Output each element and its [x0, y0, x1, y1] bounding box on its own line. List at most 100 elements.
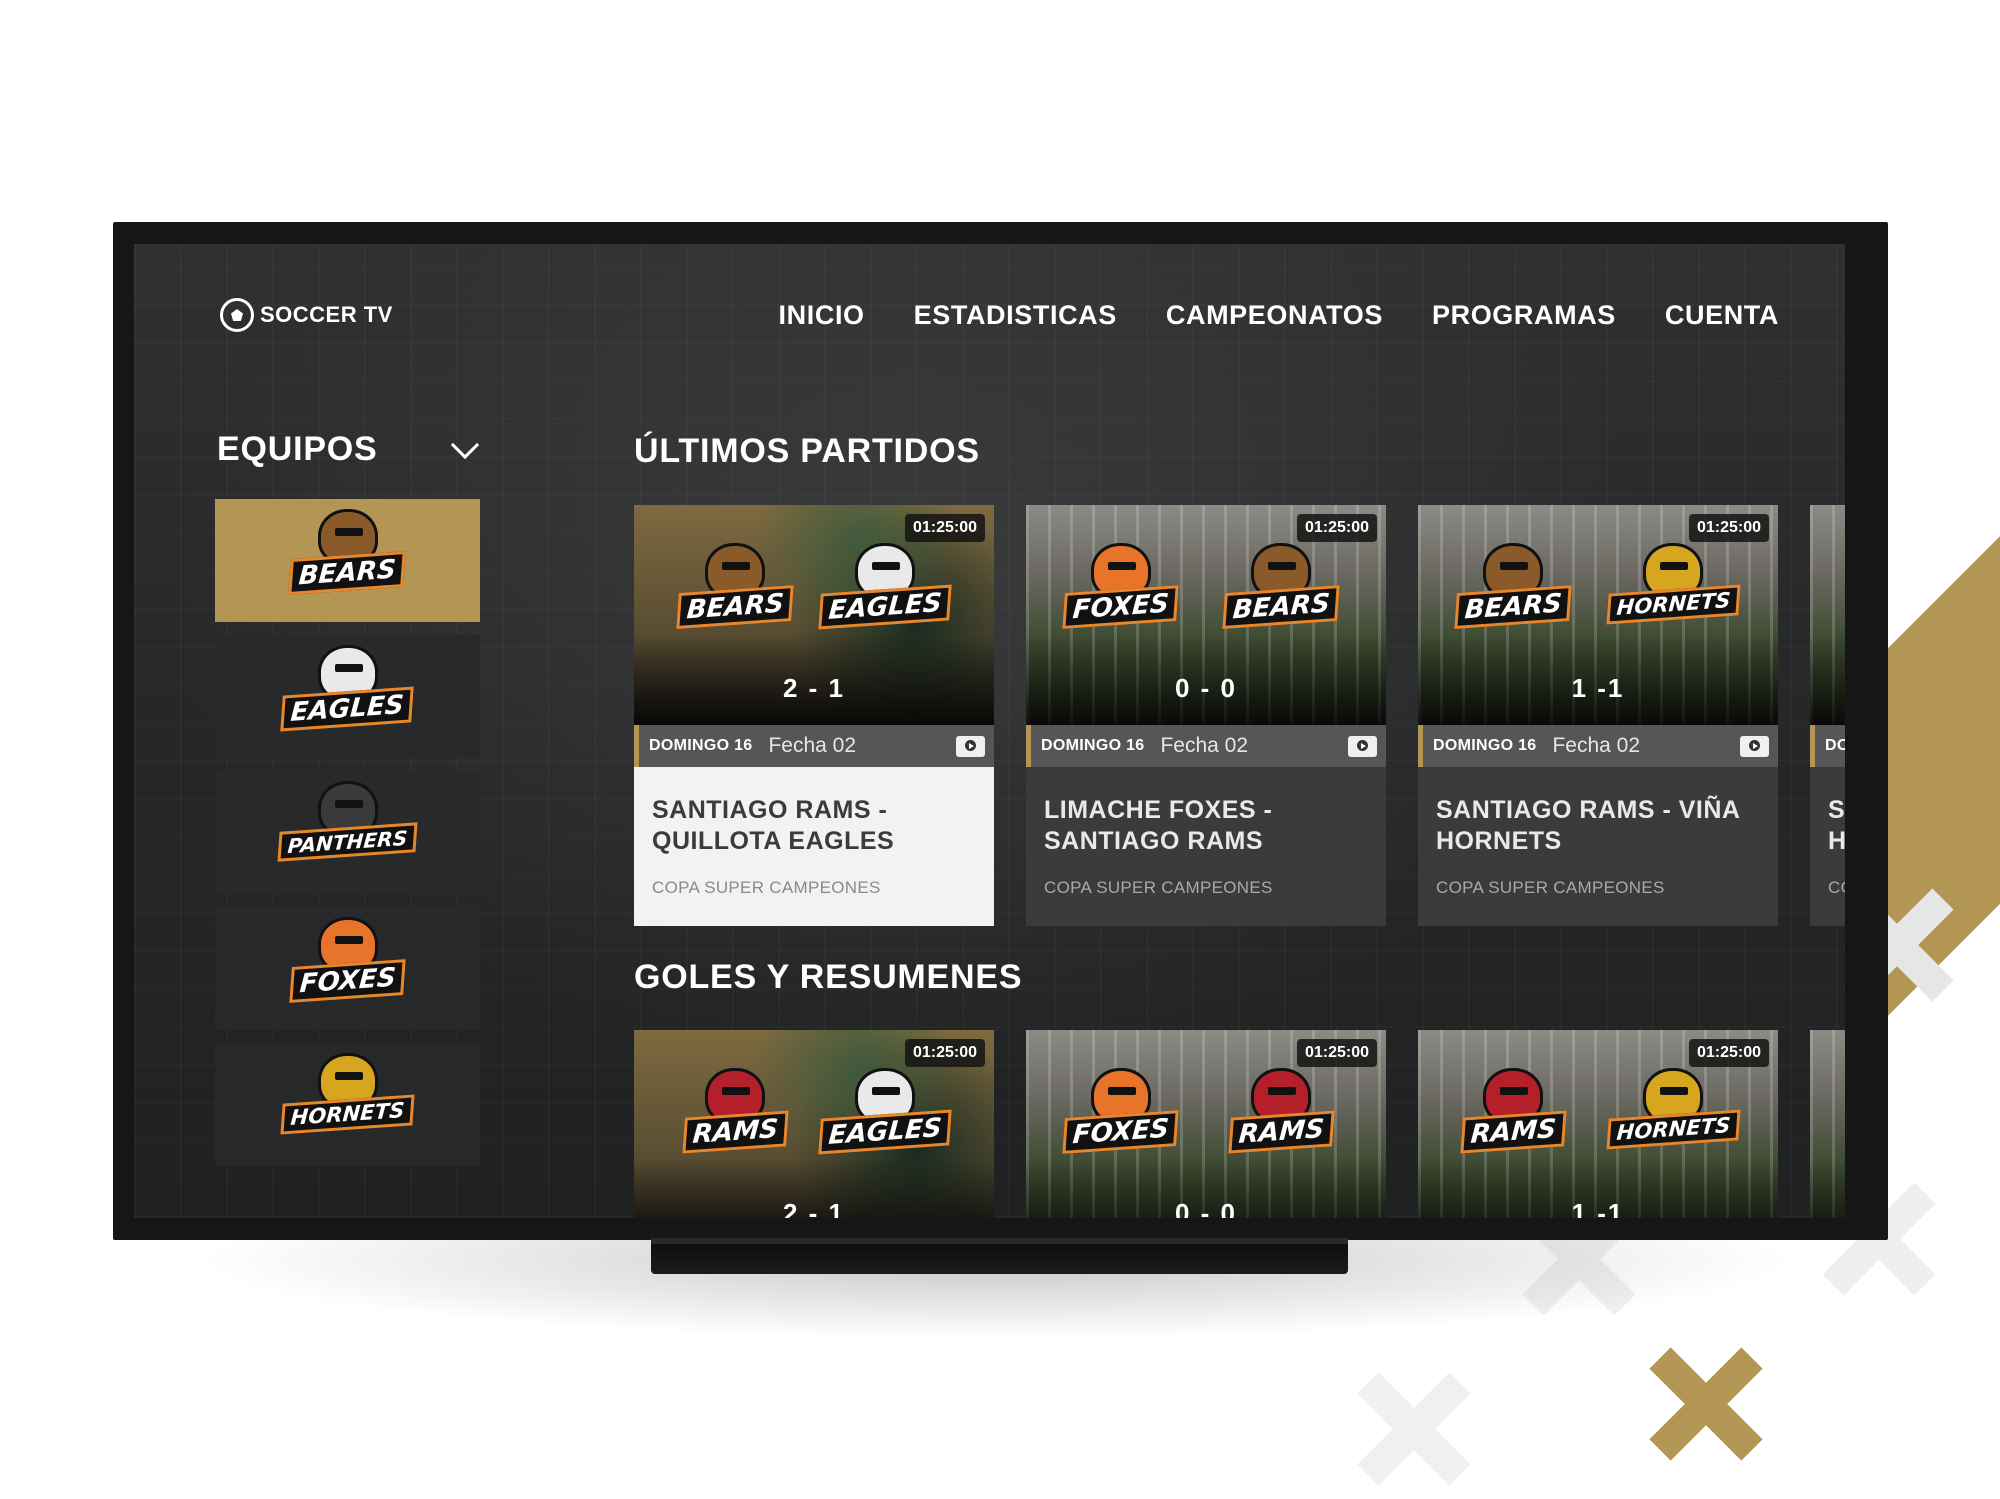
team-badge-label: HORNETS — [1605, 584, 1741, 625]
video-duration: 01:25:00 — [904, 1039, 985, 1067]
home-team-badge: FOXES — [1062, 1068, 1180, 1172]
match-title: SANTIAGO RAMS - QUILLOTA EAGLES — [652, 796, 895, 855]
app-logo[interactable]: SOCCER TV — [220, 298, 393, 332]
away-team-badge: RAMS — [1226, 1068, 1336, 1172]
away-team-badge: EAGLES — [818, 543, 952, 647]
eagles-badge: EAGLES — [280, 644, 415, 749]
screen-edge — [1845, 244, 1867, 1218]
highlight-card[interactable]: FOXES RAMS 01:25:00 0 - 0 — [1026, 1030, 1386, 1218]
match-score: 0 - 0 — [1174, 1198, 1238, 1218]
match-thumbnail: BEARS EAGLES 01:25:00 2 - 1 — [634, 505, 994, 725]
chevron-down-icon — [450, 430, 480, 459]
match-meta-bar: DOMINGO 16 Fecha 02 — [634, 725, 994, 767]
hornets-badge: HORNETS — [280, 1052, 415, 1157]
video-duration: 01:25:00 — [1296, 514, 1377, 542]
match-meta-bar: DOMINGO 16 Fecha 02 — [1418, 725, 1778, 767]
highlights-title: GOLES Y RESUMENES — [634, 958, 1023, 996]
soccer-ball-icon — [220, 298, 254, 332]
match-fecha: Fecha 02 — [1160, 734, 1249, 757]
match-score: 1 -1 — [1571, 673, 1625, 703]
team-badge-label: HORNETS — [280, 1093, 415, 1135]
match-score: 1 -1 — [1571, 1198, 1625, 1218]
match-title: LIMACHE FOXES - SANTIAGO RAMS — [1044, 796, 1273, 855]
main-nav: INICIO ESTADISTICAS CAMPEONATOS PROGRAMA… — [779, 300, 1779, 331]
nav-programas[interactable]: PROGRAMAS — [1432, 300, 1616, 331]
team-badge-label: HORNETS — [1605, 1109, 1741, 1150]
away-team-badge: BEARS — [1222, 543, 1340, 647]
highlight-card[interactable]: RAMS HORNETS 01:25:00 1 -1 — [1418, 1030, 1778, 1218]
team-badge-label: BEARS — [288, 550, 407, 595]
team-badge-label: PANTHERS — [277, 821, 418, 862]
match-score: 0 - 0 — [1174, 673, 1238, 703]
team-badge-label: FOXES — [289, 958, 406, 1003]
home-team-badge: FOXES — [1062, 543, 1180, 647]
team-badge-label: FOXES — [1062, 1110, 1180, 1154]
app-brand: SOCCER TV — [260, 302, 393, 327]
match-score: 2 - 1 — [782, 673, 846, 703]
play-video-icon[interactable] — [1740, 736, 1769, 757]
highlight-card[interactable]: RAMS EAGLES 01:25:00 2 - 1 — [634, 1030, 994, 1218]
team-badge-label: BEARS — [1454, 585, 1572, 629]
match-thumbnail: BEARS HORNETS 01:25:00 1 -1 — [1418, 505, 1778, 725]
team-badge-label: EAGLES — [818, 1109, 952, 1155]
tournament-name: COPA SUPER CAMPEONES — [652, 878, 881, 897]
tournament-name: COPA SUPER CAMPEONES — [1436, 878, 1665, 897]
nav-inicio[interactable]: INICIO — [779, 300, 865, 331]
play-video-icon[interactable] — [956, 736, 985, 757]
teams-title: EQUIPOS — [217, 430, 378, 468]
cross-decoration — [1355, 1370, 1473, 1488]
team-badge-label: RAMS — [1459, 1110, 1567, 1154]
teams-dropdown[interactable]: EQUIPOS — [217, 430, 481, 469]
match-fecha: Fecha 02 — [1552, 734, 1641, 757]
team-badge-label: RAMS — [681, 1110, 789, 1154]
tv-frame: SOCCER TV INICIO ESTADISTICAS CAMPEONATO… — [113, 222, 1888, 1240]
home-team-badge: RAMS — [1458, 1068, 1568, 1172]
match-title: SANTIAGO RAMS - VIÑA HORNETS — [1436, 796, 1740, 855]
team-badge-label: EAGLES — [280, 685, 415, 732]
nav-campeonatos[interactable]: CAMPEONATOS — [1166, 300, 1383, 331]
latest-matches-title: ÚLTIMOS PARTIDOS — [634, 432, 980, 470]
away-team-badge: HORNETS — [1605, 543, 1741, 647]
team-badge-label: EAGLES — [818, 584, 952, 630]
match-card[interactable]: BEARS HORNETS 01:25:00 1 -1 DOMINGO 16 F… — [1418, 505, 1778, 926]
match-day: DOMINGO 16 — [1433, 737, 1537, 754]
team-item-panthers[interactable]: PANTHERS — [215, 771, 480, 894]
cross-decoration — [1647, 1345, 1765, 1463]
tournament-name: COPA SUPER CAMPEONES — [1044, 878, 1273, 897]
match-card[interactable]: FOXES BEARS 01:25:00 0 - 0 DOMINGO 16 Fe… — [1026, 505, 1386, 926]
video-duration: 01:25:00 — [1296, 1039, 1377, 1067]
highlight-thumbnail: RAMS EAGLES 01:25:00 2 - 1 — [634, 1030, 994, 1218]
highlight-thumbnail: RAMS HORNETS 01:25:00 1 -1 — [1418, 1030, 1778, 1218]
video-duration: 01:25:00 — [1688, 1039, 1769, 1067]
match-score: 2 - 1 — [782, 1198, 846, 1218]
home-team-badge: BEARS — [676, 543, 794, 647]
tv-screen: SOCCER TV INICIO ESTADISTICAS CAMPEONATO… — [134, 244, 1867, 1218]
home-team-badge: RAMS — [680, 1068, 790, 1172]
video-duration: 01:25:00 — [1688, 514, 1769, 542]
play-video-icon[interactable] — [1348, 736, 1377, 757]
team-badge-label: RAMS — [1227, 1110, 1335, 1154]
bears-badge: BEARS — [288, 508, 407, 613]
team-item-foxes[interactable]: FOXES — [215, 907, 480, 1030]
nav-estadisticas[interactable]: ESTADISTICAS — [914, 300, 1117, 331]
match-fecha: Fecha 02 — [768, 734, 857, 757]
match-day: DOMINGO 16 — [649, 737, 753, 754]
video-duration: 01:25:00 — [904, 514, 985, 542]
highlight-thumbnail: FOXES RAMS 01:25:00 0 - 0 — [1026, 1030, 1386, 1218]
team-item-eagles[interactable]: EAGLES — [215, 635, 480, 758]
nav-cuenta[interactable]: CUENTA — [1665, 300, 1779, 331]
away-team-badge: HORNETS — [1605, 1068, 1741, 1172]
team-badge-label: BEARS — [676, 585, 794, 629]
team-badge-label: FOXES — [1062, 585, 1180, 629]
away-team-badge: EAGLES — [818, 1068, 952, 1172]
team-item-bears[interactable]: BEARS — [215, 499, 480, 622]
match-thumbnail: FOXES BEARS 01:25:00 0 - 0 — [1026, 505, 1386, 725]
match-day: DOMINGO 16 — [1041, 737, 1145, 754]
match-meta-bar: DOMINGO 16 Fecha 02 — [1026, 725, 1386, 767]
panthers-badge: PANTHERS — [277, 780, 418, 885]
home-team-badge: BEARS — [1454, 543, 1572, 647]
team-list: BEARS EAGLES PANTHERS FOXES HORNETS — [215, 499, 480, 1179]
team-item-hornets[interactable]: HORNETS — [215, 1043, 480, 1166]
team-badge-label: BEARS — [1222, 585, 1340, 629]
match-card[interactable]: BEARS EAGLES 01:25:00 2 - 1 DOMINGO 16 F… — [634, 505, 994, 926]
